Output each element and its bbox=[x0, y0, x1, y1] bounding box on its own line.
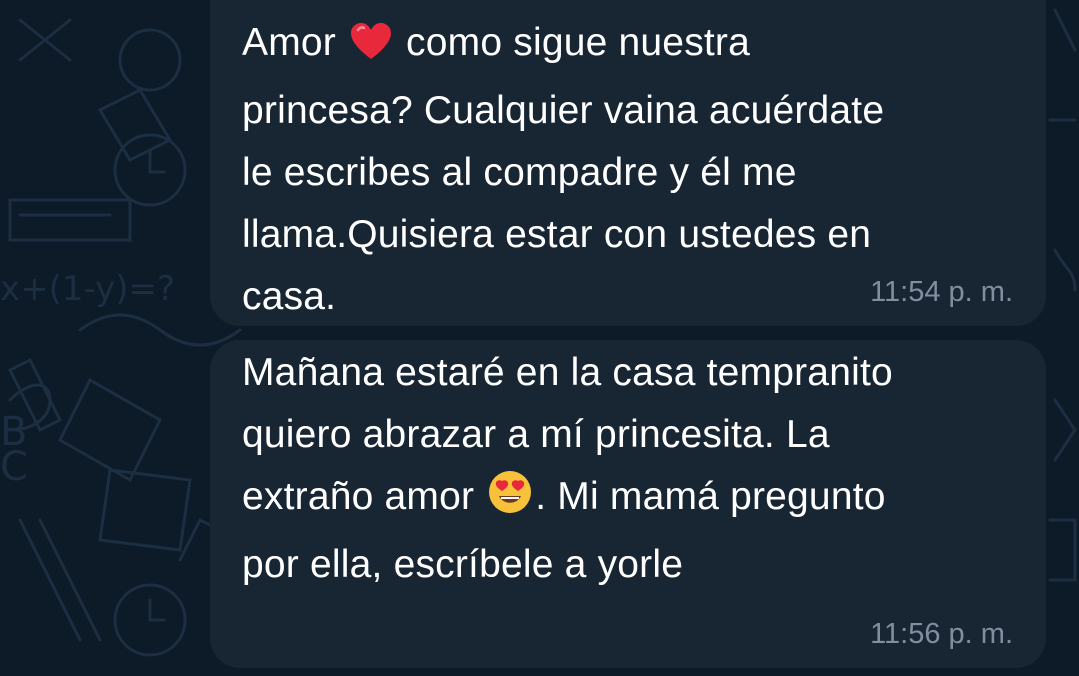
svg-text:x+(1-y)=?: x+(1-y)=? bbox=[0, 269, 175, 309]
message-text-part: Amor bbox=[242, 21, 348, 64]
message-timestamp: 11:54 p. m. bbox=[870, 276, 1013, 308]
message-timestamp: 11:56 p. m. bbox=[870, 618, 1013, 650]
message-text-part: como sigue nuestra princesa? Cualquier v… bbox=[242, 21, 885, 318]
message-bubble-incoming[interactable]: Amor como sigue nuestra princesa? Cualqu… bbox=[210, 0, 1046, 326]
heart-eyes-face-icon bbox=[487, 469, 533, 534]
message-bubble-incoming[interactable]: Mañana estaré en la casa tempranito quie… bbox=[210, 340, 1046, 668]
red-heart-icon bbox=[349, 18, 393, 80]
message-text: Mañana estaré en la casa tempranito quie… bbox=[242, 342, 1032, 596]
svg-text:C: C bbox=[0, 444, 28, 490]
